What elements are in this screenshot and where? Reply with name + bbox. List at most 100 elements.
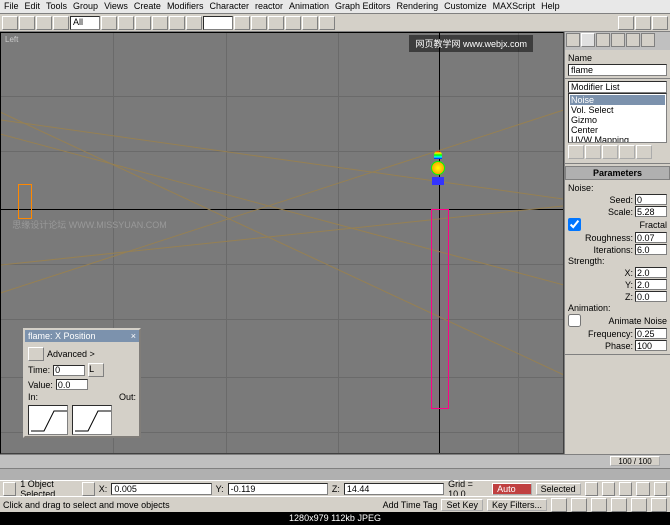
coord-x-input[interactable] xyxy=(111,483,211,495)
configure-button[interactable] xyxy=(636,145,652,159)
setkey-button[interactable]: Set Key xyxy=(441,499,483,511)
select-region-button[interactable] xyxy=(135,16,151,30)
keyfilters-button[interactable]: Key Filters... xyxy=(487,499,547,511)
menu-help[interactable]: Help xyxy=(541,1,560,12)
out-tangent-button[interactable] xyxy=(72,405,112,435)
strength-z-input[interactable] xyxy=(635,291,667,302)
menu-rendering[interactable]: Rendering xyxy=(397,1,439,12)
selection-filter[interactable]: All xyxy=(70,16,100,30)
align-button[interactable] xyxy=(268,16,284,30)
mod-center[interactable]: Center xyxy=(570,125,665,135)
make-unique-button[interactable] xyxy=(602,145,618,159)
goto-start-button[interactable] xyxy=(585,482,598,496)
fractal-checkbox[interactable] xyxy=(568,218,581,231)
seed-input[interactable] xyxy=(635,194,667,205)
angle-snap-button[interactable] xyxy=(302,16,318,30)
goto-end-button[interactable] xyxy=(654,482,667,496)
strength-x-input[interactable] xyxy=(635,267,667,278)
zoom-all-button[interactable] xyxy=(571,498,587,512)
percent-snap-button[interactable] xyxy=(319,16,335,30)
curve-time-input[interactable] xyxy=(53,365,85,376)
zoom-extents-button[interactable] xyxy=(591,498,607,512)
strength-y-input[interactable] xyxy=(635,279,667,290)
time-lock-button[interactable]: L xyxy=(88,363,104,377)
next-frame-button[interactable] xyxy=(636,482,649,496)
scale-button[interactable] xyxy=(186,16,202,30)
show-result-button[interactable] xyxy=(585,145,601,159)
menu-create[interactable]: Create xyxy=(134,1,161,12)
undo-button[interactable] xyxy=(2,16,18,30)
menu-file[interactable]: File xyxy=(4,1,19,12)
in-tangent-button[interactable] xyxy=(28,405,68,435)
hierarchy-tab[interactable] xyxy=(596,33,610,47)
menu-maxscript[interactable]: MAXScript xyxy=(493,1,536,12)
render-scene-button[interactable] xyxy=(635,16,651,30)
modifier-list-dropdown[interactable]: Modifier List xyxy=(568,81,667,93)
menu-reactor[interactable]: reactor xyxy=(255,1,283,12)
flame-object[interactable] xyxy=(428,151,448,201)
track-bar[interactable] xyxy=(0,468,670,480)
prev-frame-button[interactable] xyxy=(602,482,615,496)
menu-customize[interactable]: Customize xyxy=(444,1,487,12)
advanced-toggle[interactable]: Advanced > xyxy=(47,349,95,359)
object-box[interactable] xyxy=(18,184,32,219)
material-button[interactable] xyxy=(618,16,634,30)
close-icon[interactable]: × xyxy=(131,331,136,341)
phase-input[interactable] xyxy=(635,340,667,351)
mirror-button[interactable] xyxy=(251,16,267,30)
frequency-input[interactable] xyxy=(635,328,667,339)
autokey-button[interactable]: Auto Key xyxy=(492,483,531,495)
mod-volselect[interactable]: Vol. Select xyxy=(570,105,665,115)
arc-rotate-button[interactable] xyxy=(631,498,647,512)
object-name-input[interactable] xyxy=(568,64,667,76)
mod-noise[interactable]: Noise xyxy=(570,95,665,105)
menu-views[interactable]: Views xyxy=(104,1,128,12)
ref-coord-dropdown[interactable] xyxy=(203,16,233,30)
modifier-stack[interactable]: Noise Vol. Select Gizmo Center UVW Mappi… xyxy=(568,93,667,143)
iterations-input[interactable] xyxy=(635,244,667,255)
zoom-button[interactable] xyxy=(551,498,567,512)
menu-grapheditors[interactable]: Graph Editors xyxy=(335,1,391,12)
unlink-button[interactable] xyxy=(53,16,69,30)
maximize-button[interactable] xyxy=(651,498,667,512)
curve-key-button[interactable] xyxy=(28,347,44,361)
quick-render-button[interactable] xyxy=(652,16,668,30)
curve-editor-window[interactable]: flame: X Position × Advanced > Time: L V… xyxy=(23,328,141,438)
pivot-button[interactable] xyxy=(234,16,250,30)
motion-tab[interactable] xyxy=(611,33,625,47)
lock-button[interactable] xyxy=(3,482,16,496)
lock-selection-button[interactable] xyxy=(82,482,95,496)
scale-input[interactable] xyxy=(635,206,667,217)
select-button[interactable] xyxy=(101,16,117,30)
modify-tab[interactable] xyxy=(581,33,595,47)
create-tab[interactable] xyxy=(566,33,580,47)
coord-y-input[interactable] xyxy=(228,483,328,495)
parameters-header[interactable]: Parameters xyxy=(565,166,670,180)
mod-gizmo[interactable]: Gizmo xyxy=(570,115,665,125)
menu-modifiers[interactable]: Modifiers xyxy=(167,1,204,12)
menu-edit[interactable]: Edit xyxy=(25,1,41,12)
add-time-tag[interactable]: Add Time Tag xyxy=(383,500,438,510)
time-slider[interactable]: 100 / 100 xyxy=(0,454,670,468)
time-slider-knob[interactable]: 100 / 100 xyxy=(610,456,660,466)
select-name-button[interactable] xyxy=(118,16,134,30)
selected-dropdown[interactable]: Selected xyxy=(536,483,581,495)
utilities-tab[interactable] xyxy=(641,33,655,47)
curve-value-input[interactable] xyxy=(56,379,88,390)
redo-button[interactable] xyxy=(19,16,35,30)
pan-button[interactable] xyxy=(611,498,627,512)
play-button[interactable] xyxy=(619,482,632,496)
mod-uvw[interactable]: UVW Mapping xyxy=(570,135,665,143)
animate-noise-checkbox[interactable] xyxy=(568,314,581,327)
menu-group[interactable]: Group xyxy=(73,1,98,12)
pin-stack-button[interactable] xyxy=(568,145,584,159)
remove-mod-button[interactable] xyxy=(619,145,635,159)
wireframe-object[interactable] xyxy=(431,209,449,409)
menu-character[interactable]: Character xyxy=(209,1,249,12)
move-button[interactable] xyxy=(152,16,168,30)
coord-z-input[interactable] xyxy=(344,483,444,495)
roughness-input[interactable] xyxy=(635,232,667,243)
rotate-button[interactable] xyxy=(169,16,185,30)
menu-animation[interactable]: Animation xyxy=(289,1,329,12)
snap-button[interactable] xyxy=(285,16,301,30)
